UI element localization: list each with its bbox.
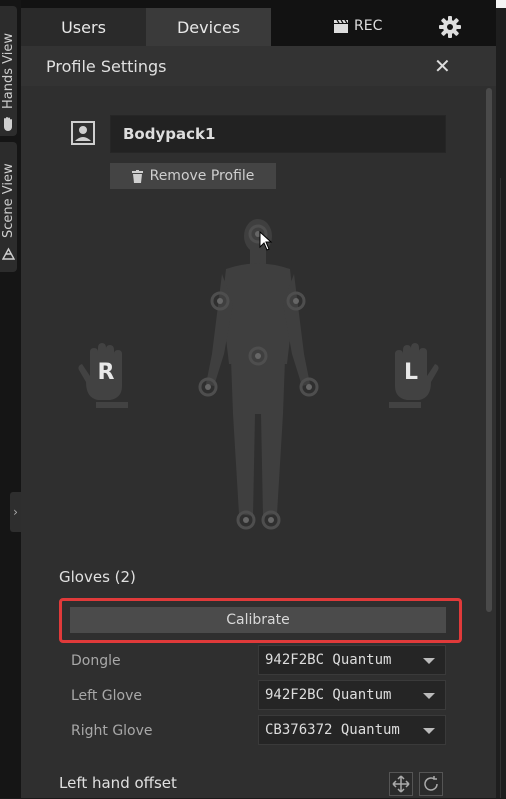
left-rail: Hands View Scene View ›	[0, 0, 21, 798]
right-glove-select[interactable]: CB376372 Quantum	[258, 715, 446, 745]
move-icon	[392, 775, 410, 793]
chevron-right-icon: ›	[13, 505, 18, 519]
caret-down-icon	[423, 693, 435, 699]
reset-icon	[424, 776, 438, 791]
left-hand-glove[interactable]: L	[381, 342, 441, 408]
right-glove-value: CB376372 Quantum	[265, 722, 400, 738]
window-edge	[496, 0, 506, 8]
user-profile-icon	[71, 121, 95, 145]
right-hand-glove[interactable]: R	[76, 342, 136, 408]
left-hand-label: L	[403, 360, 419, 385]
scene-icon	[2, 247, 15, 260]
move-offset-button[interactable]	[389, 772, 413, 796]
close-icon[interactable]: ✕	[434, 56, 451, 76]
dongle-select[interactable]: 942F2BC Quantum	[258, 645, 446, 675]
body-figure	[198, 219, 319, 530]
left-glove-select[interactable]: 942F2BC Quantum	[258, 680, 446, 710]
profile-settings-panel: Profile Settings ✕ Remove Profile	[21, 46, 496, 798]
trash-icon	[131, 169, 143, 183]
right-glove-label: Right Glove	[71, 723, 153, 739]
caret-down-icon	[423, 658, 435, 664]
remove-profile-button[interactable]: Remove Profile	[110, 163, 276, 189]
rec-label: REC	[354, 18, 383, 34]
left-glove-label: Left Glove	[71, 688, 142, 704]
panel-header: Profile Settings ✕	[21, 46, 496, 86]
mouse-cursor	[259, 231, 273, 251]
dongle-label: Dongle	[71, 653, 121, 669]
tab-scene-view-label: Scene View	[1, 163, 16, 238]
right-hand-label: R	[97, 360, 115, 385]
remove-profile-label: Remove Profile	[149, 168, 255, 184]
panel-title: Profile Settings	[46, 57, 167, 76]
tab-users[interactable]: Users	[21, 8, 146, 46]
tab-devices[interactable]: Devices	[146, 8, 271, 46]
dongle-value: 942F2BC Quantum	[265, 652, 392, 668]
profile-name-field[interactable]	[110, 115, 446, 153]
rec-button[interactable]: REC	[333, 18, 382, 34]
right-edge	[496, 8, 506, 798]
calibrate-button[interactable]: Calibrate	[70, 607, 446, 633]
tab-hands-view[interactable]: Hands View	[0, 6, 17, 136]
reset-offset-button[interactable]	[419, 772, 443, 796]
left-hand-offset-title: Left hand offset	[59, 774, 177, 792]
left-glove-value: 942F2BC Quantum	[265, 687, 392, 703]
tab-scene-view[interactable]: Scene View	[0, 142, 17, 272]
caret-down-icon	[423, 728, 435, 734]
scrollbar[interactable]	[486, 88, 492, 612]
gear-icon[interactable]	[439, 16, 461, 38]
gloves-title: Gloves (2)	[59, 568, 136, 586]
tab-hands-view-label: Hands View	[1, 33, 16, 109]
hand-icon	[4, 117, 12, 131]
clapperboard-icon	[334, 19, 348, 33]
rail-collapse-toggle[interactable]: ›	[10, 492, 21, 532]
top-bar: Users Devices REC	[21, 0, 496, 46]
